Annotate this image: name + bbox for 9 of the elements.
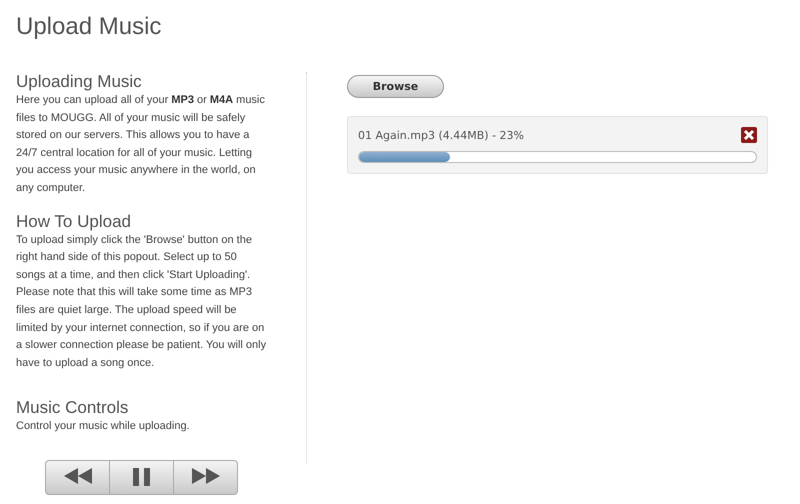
section-text: To upload simply click the 'Browse' button on the right hand side of this popout. Select up to 50 songs at a time, and then click 'Start Uploading'. Please note that this will take some time as MP3 files are quiet large. The upload speed will be limited by your internet connection, so if you are on a slower connection please be patient. You will only have to upload a song once. bbox=[16, 232, 268, 371]
file-label: 01 Again.mp3 (4.44MB) - 23% bbox=[358, 128, 524, 142]
section-heading: How To Upload bbox=[16, 212, 132, 232]
browse-button[interactable]: Browse bbox=[347, 75, 444, 98]
section-heading: Music Controls bbox=[16, 398, 130, 418]
page-title: Upload Music bbox=[16, 12, 162, 42]
section-text: Here you can upload all of your MP3 or M4A music files to MOUGG. All of your music will be safely stored on our servers. This allows you to have a 24/7 central location for all of your music. Letting you access your music anywhere in the world, on any computer. bbox=[16, 93, 266, 196]
section-text: Control your music while uploading. bbox=[16, 419, 191, 434]
section-heading: Uploading Music bbox=[16, 72, 143, 92]
